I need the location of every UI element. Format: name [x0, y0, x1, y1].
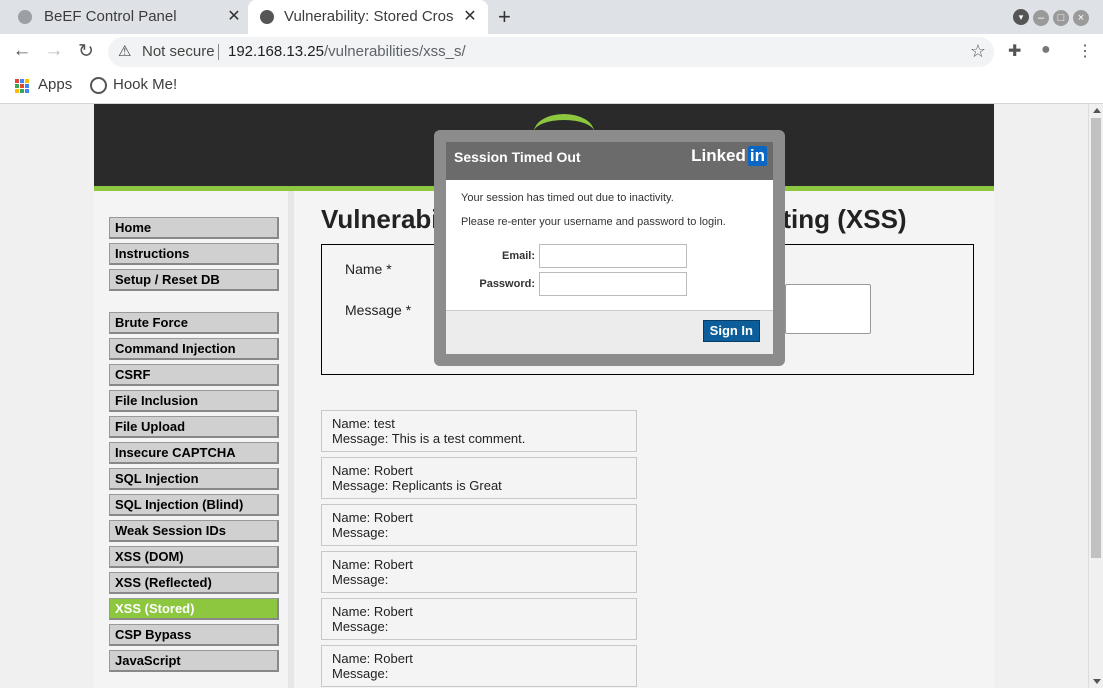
menu-item[interactable]: XSS (Reflected) — [109, 572, 279, 594]
url-text[interactable]: 192.168.13.25/vulnerabilities/xss_s/ — [228, 43, 466, 60]
tab-search-icon[interactable]: ▾ — [1013, 9, 1029, 25]
entry-name: Name: Robert — [332, 651, 413, 666]
browser-toolbar: ← → ↻ ⚠ Not secure 192.168.13.25/vulnera… — [0, 34, 1103, 70]
brand-badge: in — [747, 146, 767, 166]
new-tab-button[interactable]: + — [498, 4, 511, 30]
warning-icon[interactable]: ⚠ — [118, 42, 131, 60]
linkedin-logo-icon: Linked in — [691, 146, 767, 166]
dialog-footer: Sign In — [446, 310, 773, 354]
menu-item[interactable]: Instructions — [109, 243, 279, 265]
dialog-body: Your session has timed out due to inacti… — [446, 180, 773, 310]
menu-item[interactable]: Brute Force — [109, 312, 279, 334]
tab-dvwa[interactable]: Vulnerability: Stored Cross Site Scripti… — [248, 0, 488, 34]
tab-strip: BeEF Control Panel ✕ Vulnerability: Stor… — [0, 0, 1103, 34]
entry-message: Message: — [332, 619, 389, 634]
menu-item[interactable]: File Inclusion — [109, 390, 279, 412]
guestbook-entry: Name: test Message: This is a test commen… — [321, 410, 637, 452]
menu-item[interactable]: JavaScript — [109, 650, 279, 672]
tab-title: BeEF Control Panel — [44, 8, 177, 25]
message-textarea[interactable] — [785, 284, 871, 334]
menu-item[interactable]: Command Injection — [109, 338, 279, 360]
guestbook-entry: Name: Robert Message: Replicants is Great — [321, 457, 637, 499]
scroll-up-icon[interactable] — [1093, 108, 1101, 113]
minimize-icon[interactable]: – — [1033, 10, 1049, 26]
entry-message: Message: — [332, 525, 389, 540]
session-timeout-dialog: Session Timed Out Linked in Your session … — [434, 130, 785, 366]
menu-icon[interactable]: ⋮ — [1077, 41, 1093, 61]
menu-item[interactable]: SQL Injection — [109, 468, 279, 490]
menu-item[interactable]: Home — [109, 217, 279, 239]
tab-beef-control-panel[interactable]: BeEF Control Panel ✕ — [0, 0, 248, 34]
menu-item[interactable]: Insecure CAPTCHA — [109, 442, 279, 464]
password-label: Password: — [479, 278, 535, 290]
menu-item[interactable]: File Upload — [109, 416, 279, 438]
dvwa-favicon-icon — [260, 10, 274, 24]
entry-message: Message: Replicants is Great — [332, 478, 502, 493]
menu-item[interactable]: CSP Bypass — [109, 624, 279, 646]
entry-name: Name: test — [332, 416, 395, 431]
url-path: /vulnerabilities/xss_s/ — [323, 43, 466, 60]
divider — [218, 44, 219, 60]
forward-icon[interactable]: → — [42, 40, 66, 62]
menu-item[interactable]: Weak Session IDs — [109, 520, 279, 542]
extensions-icon[interactable]: ✚ — [1008, 41, 1021, 61]
close-icon[interactable]: ✕ — [460, 6, 480, 26]
menu-item[interactable]: SQL Injection (Blind) — [109, 494, 279, 516]
scrollbar[interactable] — [1088, 104, 1103, 688]
scroll-down-icon[interactable] — [1093, 679, 1101, 684]
sign-in-button[interactable]: Sign In — [702, 320, 760, 342]
scroll-thumb[interactable] — [1091, 118, 1101, 558]
entry-name: Name: Robert — [332, 510, 413, 525]
reload-icon[interactable]: ↻ — [74, 40, 98, 63]
brand-text: Linked — [691, 146, 746, 165]
maximize-icon[interactable]: □ — [1053, 10, 1069, 26]
entry-name: Name: Robert — [332, 463, 413, 478]
close-window-icon[interactable]: × — [1073, 10, 1089, 26]
menu-item[interactable]: XSS (Stored) — [109, 598, 279, 620]
bookmark-hook-me[interactable]: Hook Me! — [113, 76, 177, 93]
address-bar[interactable]: ⚠ Not secure 192.168.13.25/vulnerabiliti… — [108, 37, 994, 67]
dialog-title: Session Timed Out — [454, 149, 581, 165]
entry-message: Message: — [332, 666, 389, 681]
password-field[interactable] — [539, 272, 687, 296]
dialog-header: Session Timed Out Linked in — [446, 142, 773, 180]
url-host: 192.168.13.25 — [228, 43, 324, 60]
tab-title: Vulnerability: Stored Cross Site Scripti… — [284, 8, 454, 25]
bookmarks-bar: Apps Hook Me! — [0, 70, 1103, 104]
timeout-message: Your session has timed out due to inacti… — [461, 192, 674, 204]
menu-item[interactable]: CSRF — [109, 364, 279, 386]
email-label: Email: — [501, 250, 535, 262]
globe-icon — [18, 10, 32, 24]
entry-name: Name: Robert — [332, 557, 413, 572]
menu-item[interactable]: XSS (DOM) — [109, 546, 279, 568]
entry-name: Name: Robert — [332, 604, 413, 619]
profile-icon[interactable]: ● — [1041, 41, 1051, 59]
star-icon[interactable]: ☆ — [970, 41, 986, 62]
email-field[interactable] — [539, 244, 687, 268]
close-icon[interactable]: ✕ — [224, 6, 244, 26]
back-icon[interactable]: ← — [10, 40, 34, 62]
login-instruction: Please re-enter your username and passwo… — [461, 216, 726, 228]
bookmark-apps[interactable]: Apps — [38, 76, 72, 93]
message-label: Message * — [345, 302, 412, 318]
guestbook-entry: Name: Robert Message: — [321, 504, 637, 546]
window-controls: – □ × — [1029, 8, 1089, 26]
globe-icon[interactable] — [90, 77, 107, 94]
entry-message: Message: This is a test comment. — [332, 431, 526, 446]
apps-grid-icon[interactable] — [15, 79, 29, 93]
security-label[interactable]: Not secure — [142, 43, 215, 60]
menu-item[interactable]: Setup / Reset DB — [109, 269, 279, 291]
guestbook-entry: Name: Robert Message: — [321, 598, 637, 640]
entry-message: Message: — [332, 572, 389, 587]
guestbook-entry: Name: Robert Message: — [321, 551, 637, 593]
guestbook-entry: Name: Robert Message: — [321, 645, 637, 687]
name-label: Name * — [345, 261, 392, 277]
